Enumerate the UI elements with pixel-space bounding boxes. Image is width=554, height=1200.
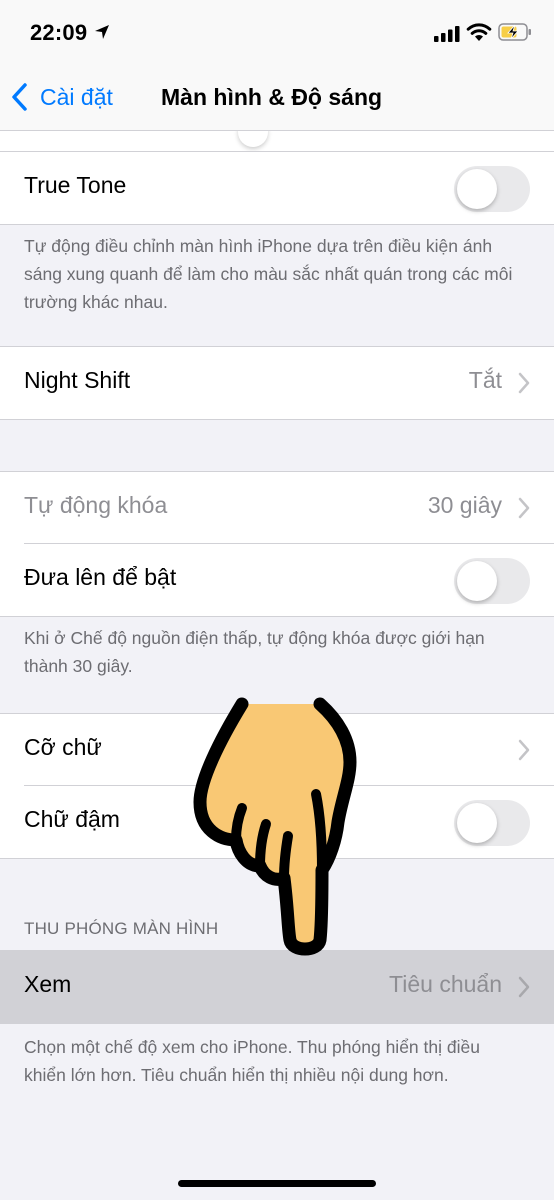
toggle-knob [457,561,497,601]
toggle-knob [457,803,497,843]
true-tone-footnote: Tự động điều chỉnh màn hình iPhone dựa t… [24,236,513,312]
raise-to-wake-row: Đưa lên để bật [0,544,554,617]
display-zoom-footnote: Chọn một chế độ xem cho iPhone. Thu phón… [24,1037,480,1085]
night-shift-value: Tắt [468,367,502,393]
home-indicator[interactable] [178,1180,376,1187]
display-zoom-view-row[interactable]: Xem Tiêu chuẩn [0,950,554,1024]
chevron-right-icon [518,497,530,519]
true-tone-toggle[interactable] [454,166,530,212]
pointing-hand-icon [193,697,357,956]
display-zoom-view-value: Tiêu chuẩn [389,971,502,997]
navigation-bar: Cài đặt Màn hình & Độ sáng [0,64,554,131]
toggle-knob [457,169,497,209]
night-shift-row[interactable]: Night Shift Tắt [0,346,554,420]
display-zoom-view-label: Xem [24,971,72,997]
status-bar: 22:09 [0,0,554,64]
chevron-right-icon [518,372,530,394]
brightness-slider-peek [0,131,554,151]
location-arrow-icon [95,25,109,39]
chevron-left-icon [12,83,27,111]
auto-lock-row[interactable]: Tự động khóa 30 giây [0,471,554,544]
text-size-label: Cỡ chữ [24,734,102,760]
brightness-slider-knob[interactable] [238,131,268,147]
true-tone-label: True Tone [24,172,127,198]
true-tone-row: True Tone [0,151,554,225]
page-title: Màn hình & Độ sáng [161,84,383,110]
raise-to-wake-label: Đưa lên để bật [24,564,177,590]
raise-to-wake-toggle[interactable] [454,558,530,604]
chevron-right-icon [518,976,530,998]
auto-lock-value: 30 giây [427,492,502,518]
bold-text-toggle[interactable] [454,800,530,846]
chevron-right-icon [518,739,530,761]
status-time: 22:09 [30,20,88,45]
night-shift-label: Night Shift [24,367,131,393]
wifi-icon [466,23,492,41]
back-button-label: Cài đặt [40,83,113,110]
battery-charging-icon [498,23,531,41]
raise-to-wake-footnote: Khi ở Chế độ nguồn điện thấp, tự động kh… [24,628,485,676]
bold-text-label: Chữ đậm [24,806,120,832]
cellular-signal-icon [434,26,460,42]
auto-lock-label: Tự động khóa [24,492,168,518]
back-button[interactable]: Cài đặt [10,80,113,114]
